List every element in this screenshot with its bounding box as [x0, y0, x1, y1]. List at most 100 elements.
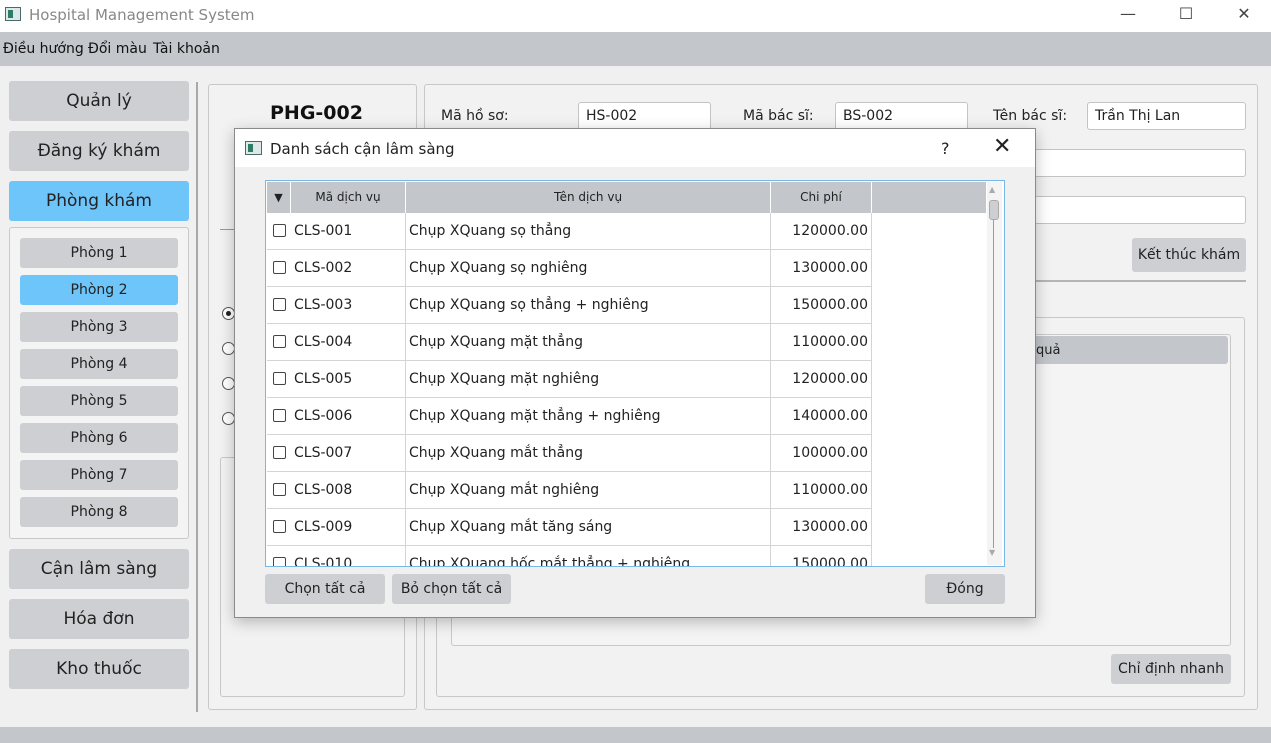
window-title: Hospital Management System — [29, 6, 255, 24]
scroll-track-line — [993, 220, 994, 548]
service-code: CLS-001 — [291, 213, 406, 249]
menu-account[interactable]: Tài khoản — [153, 41, 220, 57]
menu-change-color[interactable]: Đổi màu — [88, 41, 147, 57]
service-code: CLS-009 — [291, 509, 406, 545]
sidebar-item-registration[interactable]: Đăng ký khám — [9, 131, 189, 171]
service-name: Chụp XQuang mặt thẳng + nghiêng — [406, 398, 771, 434]
doctor-id-label: Mã bác sĩ: — [743, 108, 814, 124]
row-checkbox[interactable] — [273, 446, 286, 459]
record-id-label: Mã hồ sơ: — [441, 108, 509, 124]
sidebar-item-paraclinical[interactable]: Cận lâm sàng — [9, 549, 189, 589]
row-checkbox[interactable] — [273, 298, 286, 311]
room-button-6[interactable]: Phòng 6 — [20, 423, 178, 453]
room-button-8[interactable]: Phòng 8 — [20, 497, 178, 527]
row-checkbox[interactable] — [273, 483, 286, 496]
table-row[interactable]: CLS-008 Chụp XQuang mắt nghiêng 110000.0… — [267, 472, 872, 509]
doctor-name-label: Tên bác sĩ: — [993, 108, 1068, 124]
column-header-name[interactable]: Tên dịch vụ — [406, 182, 771, 213]
table-row[interactable]: CLS-001 Chụp XQuang sọ thẳng 120000.00 — [267, 213, 872, 250]
service-name: Chụp XQuang mắt nghiêng — [406, 472, 771, 508]
service-cost: 120000.00 — [771, 361, 872, 397]
sidebar-item-invoice[interactable]: Hóa đơn — [9, 599, 189, 639]
table-row[interactable]: CLS-009 Chụp XQuang mắt tăng sáng 130000… — [267, 509, 872, 546]
divider — [220, 229, 234, 230]
service-cost: 130000.00 — [771, 250, 872, 286]
scrollbar-thumb[interactable] — [989, 200, 999, 220]
room-button-7[interactable]: Phòng 7 — [20, 460, 178, 490]
table-row[interactable]: CLS-003 Chụp XQuang sọ thẳng + nghiêng 1… — [267, 287, 872, 324]
service-name: Chụp XQuang mặt nghiêng — [406, 361, 771, 397]
row-checkbox[interactable] — [273, 520, 286, 533]
dialog-close-button[interactable]: ✕ — [993, 134, 1011, 159]
table-row[interactable]: CLS-005 Chụp XQuang mặt nghiêng 120000.0… — [267, 361, 872, 398]
table-row[interactable]: CLS-010 Chụp XQuang hốc mắt thẳng + nghi… — [267, 546, 872, 566]
service-name: Chụp XQuang mắt thẳng — [406, 435, 771, 471]
dialog-close-action-button[interactable]: Đóng — [925, 574, 1005, 604]
service-code: CLS-006 — [291, 398, 406, 434]
close-window-button[interactable]: ✕ — [1215, 0, 1271, 30]
text-field-2[interactable] — [1030, 149, 1246, 177]
service-code: CLS-007 — [291, 435, 406, 471]
room-button-4[interactable]: Phòng 4 — [20, 349, 178, 379]
service-name: Chụp XQuang mặt thẳng — [406, 324, 771, 360]
sidebar-item-pharmacy[interactable]: Kho thuốc — [9, 649, 189, 689]
service-code: CLS-003 — [291, 287, 406, 323]
room-button-1[interactable]: Phòng 1 — [20, 238, 178, 268]
sidebar-item-management[interactable]: Quản lý — [9, 81, 189, 121]
dialog-title: Danh sách cận lâm sàng — [270, 140, 455, 158]
scroll-down-arrow-icon[interactable]: ▼ — [989, 548, 995, 557]
row-checkbox[interactable] — [273, 372, 286, 385]
row-checkbox[interactable] — [273, 409, 286, 422]
doctor-id-field[interactable]: BS-002 — [835, 102, 968, 130]
service-name: Chụp XQuang sọ nghiêng — [406, 250, 771, 286]
room-list-panel — [9, 227, 189, 539]
status-bar — [0, 727, 1271, 743]
service-cost: 120000.00 — [771, 213, 872, 249]
service-name: Chụp XQuang sọ thẳng — [406, 213, 771, 249]
minimize-button[interactable]: — — [1099, 0, 1157, 30]
sidebar-divider — [196, 82, 198, 712]
service-cost: 100000.00 — [771, 435, 872, 471]
service-code: CLS-004 — [291, 324, 406, 360]
vertical-scrollbar[interactable] — [987, 182, 1002, 565]
app-icon — [5, 7, 21, 21]
quick-order-button[interactable]: Chỉ định nhanh — [1111, 654, 1231, 684]
table-row[interactable]: CLS-002 Chụp XQuang sọ nghiêng 130000.00 — [267, 250, 872, 287]
row-checkbox[interactable] — [273, 557, 286, 566]
menu-navigation[interactable]: Điều hướng — [3, 41, 84, 57]
column-header-cost[interactable]: Chi phí — [771, 182, 872, 213]
record-id-field[interactable]: HS-002 — [578, 102, 711, 130]
result-column-header: quả — [1036, 343, 1061, 358]
service-code: CLS-002 — [291, 250, 406, 286]
select-column-toggle[interactable]: ▼ — [267, 182, 291, 213]
row-checkbox[interactable] — [273, 335, 286, 348]
sidebar-item-clinic-room[interactable]: Phòng khám — [9, 181, 189, 221]
room-button-3[interactable]: Phòng 3 — [20, 312, 178, 342]
room-button-2[interactable]: Phòng 2 — [20, 275, 178, 305]
row-checkbox[interactable] — [273, 261, 286, 274]
service-cost: 130000.00 — [771, 509, 872, 545]
end-exam-button[interactable]: Kết thúc khám — [1132, 238, 1246, 272]
scroll-up-arrow-icon[interactable]: ▲ — [989, 185, 995, 194]
service-cost: 110000.00 — [771, 472, 872, 508]
service-code: CLS-008 — [291, 472, 406, 508]
service-cost: 140000.00 — [771, 398, 872, 434]
table-body: CLS-001 Chụp XQuang sọ thẳng 120000.00 C… — [267, 213, 986, 566]
service-name: Chụp XQuang hốc mắt thẳng + nghiêng — [406, 546, 771, 566]
help-button[interactable]: ? — [941, 139, 950, 158]
room-code: PHG-002 — [270, 102, 363, 124]
text-field-3[interactable] — [1030, 196, 1246, 224]
service-name: Chụp XQuang mắt tăng sáng — [406, 509, 771, 545]
table-row[interactable]: CLS-004 Chụp XQuang mặt thẳng 110000.00 — [267, 324, 872, 361]
maximize-button[interactable]: ☐ — [1157, 0, 1215, 30]
service-cost: 150000.00 — [771, 546, 872, 566]
doctor-name-field[interactable]: Trần Thị Lan — [1087, 102, 1246, 130]
column-header-code[interactable]: Mã dịch vụ — [291, 182, 406, 213]
table-row[interactable]: CLS-007 Chụp XQuang mắt thẳng 100000.00 — [267, 435, 872, 472]
service-code: CLS-005 — [291, 361, 406, 397]
dialog-app-icon — [245, 141, 262, 155]
room-button-5[interactable]: Phòng 5 — [20, 386, 178, 416]
table-row[interactable]: CLS-006 Chụp XQuang mặt thẳng + nghiêng … — [267, 398, 872, 435]
deselect-all-button[interactable]: Bỏ chọn tất cả — [392, 574, 511, 604]
select-all-button[interactable]: Chọn tất cả — [265, 574, 385, 604]
